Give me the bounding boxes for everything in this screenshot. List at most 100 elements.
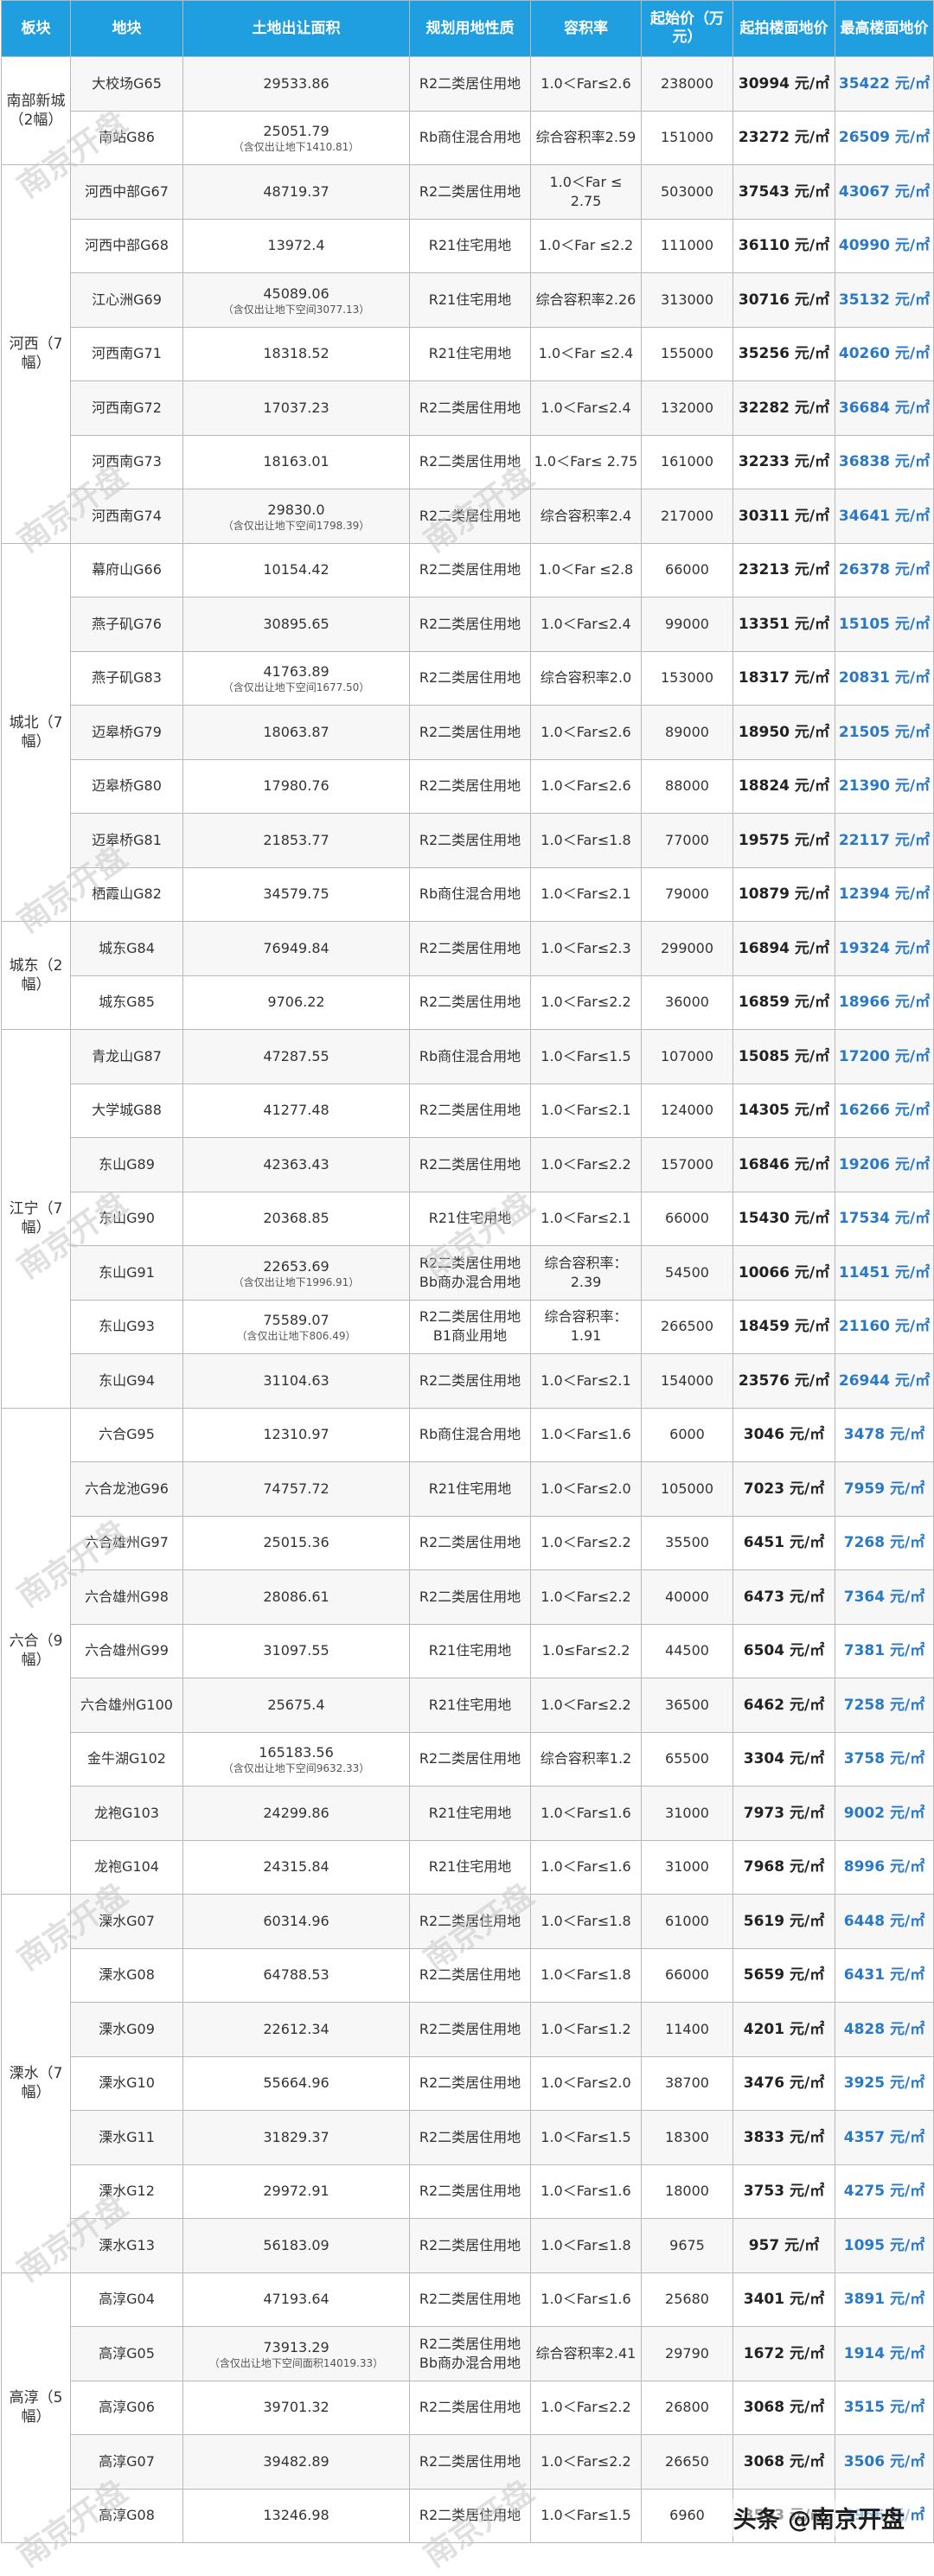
price-cell: 151000	[641, 110, 733, 165]
area-value: 47287.55	[263, 1047, 329, 1064]
use-cell: R2二类居住用地	[409, 597, 531, 652]
bid-cell: 4201 元/㎡	[732, 2002, 835, 2057]
header-cell: 规划用地性质	[409, 0, 531, 57]
use-cell: Rb商住混合用地	[409, 866, 531, 922]
table-row: 东山G94 31104.63 R2二类居住用地 1.0＜Far≤2.1 154000 23…	[2, 1353, 934, 1409]
max-cell: 7258 元/㎡	[835, 1678, 934, 1733]
plot-cell: 燕子矶G83	[70, 650, 183, 706]
use-cell: R2二类居住用地	[409, 650, 531, 706]
area-cell: 21853.77	[182, 813, 410, 868]
far-cell: 1.0＜Far≤1.8	[530, 2218, 642, 2273]
plot-cell: 河西中部G68	[70, 218, 183, 273]
max-cell: 19206 元/㎡	[835, 1137, 934, 1192]
max-cell: 6448 元/㎡	[835, 1894, 934, 1949]
bid-cell: 16846 元/㎡	[732, 1137, 835, 1192]
table-row: 东山G91 22653.69 （含仅出让地下1996.91） R2二类居住用地 Bb商…	[2, 1245, 934, 1301]
price-cell: 18000	[641, 2164, 733, 2219]
max-cell: 36684 元/㎡	[835, 380, 934, 436]
area-value: 34579.75	[263, 885, 329, 903]
far-cell: 1.0＜Far≤1.6	[530, 1839, 642, 1895]
price-cell: 6960	[641, 2488, 733, 2543]
use-cell: R21住宅用地	[409, 1786, 531, 1841]
area-value: 41277.48	[263, 1102, 329, 1119]
max-cell: 3515 元/㎡	[835, 2380, 934, 2435]
price-cell: 25680	[641, 2272, 733, 2327]
area-cell: 29830.0 （含仅出让地下空间1798.39）	[182, 489, 410, 544]
area-note: （含仅出让地下空间1677.50）	[222, 681, 370, 694]
price-cell: 154000	[641, 1353, 733, 1409]
area-cell: 17980.76	[182, 758, 410, 814]
area-value: 64788.53	[263, 1966, 329, 1984]
bid-cell: 3046 元/㎡	[732, 1407, 835, 1462]
plot-cell: 六合雄州G99	[70, 1623, 183, 1678]
area-value: 25051.79	[263, 123, 329, 140]
table-row: 河西中部G68 13972.4 R21住宅用地 1.0＜Far ≤2.2 111000 3…	[2, 218, 934, 273]
max-cell: 1095 元/㎡	[835, 2218, 934, 2273]
use-cell: R2二类居住用地	[409, 380, 531, 436]
max-cell: 21390 元/㎡	[835, 758, 934, 814]
region-cell: 城东（2幅）	[1, 921, 71, 1030]
table-row: 溧水G13 56183.09 R2二类居住用地 1.0＜Far≤1.8 9675 957 …	[2, 2218, 934, 2273]
price-cell: 29790	[641, 2326, 733, 2381]
area-value: 42363.43	[263, 1155, 329, 1173]
table-row: 东山G90 20368.85 R21住宅用地 1.0＜Far≤2.1 66000 1543…	[2, 1191, 934, 1246]
bid-cell: 14305 元/㎡	[732, 1083, 835, 1138]
table-row: 江心洲G69 45089.06 （含仅出让地下空间3077.13） R21住宅用地 综合…	[2, 272, 934, 328]
bid-cell: 957 元/㎡	[732, 2218, 835, 2273]
bid-cell: 23576 元/㎡	[732, 1353, 835, 1409]
bid-cell: 23213 元/㎡	[732, 542, 835, 598]
price-cell: 11400	[641, 2002, 733, 2057]
table-row: 城东（2幅） 城东G84 76949.84 R2二类居住用地 1.0＜Far≤2.3 29…	[1, 921, 934, 1030]
far-cell: 综合容积率2.59	[530, 110, 642, 165]
table-row: 溧水G10 55664.96 R2二类居住用地 1.0＜Far≤2.0 38700 347…	[2, 2055, 934, 2111]
plot-cell: 河西南G72	[70, 380, 183, 436]
bid-cell: 18950 元/㎡	[732, 705, 835, 760]
area-note: （含仅出让地下空间9632.33）	[222, 1762, 370, 1775]
area-cell: 10154.42	[182, 542, 410, 598]
bid-cell: 18459 元/㎡	[732, 1299, 835, 1354]
price-cell: 26800	[641, 2380, 733, 2435]
area-value: 48719.37	[263, 182, 329, 200]
plot-cell: 河西南G73	[70, 434, 183, 489]
area-cell: 76949.84	[182, 921, 410, 976]
area-value: 30895.65	[263, 615, 329, 632]
bid-cell: 32282 元/㎡	[732, 380, 835, 436]
price-cell: 54500	[641, 1245, 733, 1301]
max-cell: 35422 元/㎡	[835, 56, 934, 112]
max-cell: 16266 元/㎡	[835, 1083, 934, 1138]
area-cell: 31829.37	[182, 2110, 410, 2165]
area-cell: 45089.06 （含仅出让地下空间3077.13）	[182, 272, 410, 328]
table-row: 溧水G11 31829.37 R2二类居住用地 1.0＜Far≤1.5 18300 383…	[2, 2110, 934, 2165]
bid-cell: 6462 元/㎡	[732, 1678, 835, 1733]
area-value: 75589.07	[263, 1312, 329, 1329]
plot-cell: 六合雄州G97	[70, 1515, 183, 1570]
area-value: 165183.56	[259, 1744, 334, 1761]
max-cell: 17200 元/㎡	[835, 1029, 934, 1084]
max-cell: 3891 元/㎡	[835, 2272, 934, 2327]
area-value: 10154.42	[263, 561, 329, 578]
area-cell: 9706.22	[182, 975, 410, 1030]
plot-cell: 幕府山G66	[70, 542, 183, 598]
header-cell: 土地出让面积	[182, 0, 410, 57]
area-cell: 165183.56 （含仅出让地下空间9632.33）	[182, 1731, 410, 1787]
area-cell: 17037.23	[182, 380, 410, 436]
price-cell: 40000	[641, 1569, 733, 1625]
far-cell: 1.0＜Far≤2.2	[530, 975, 642, 1030]
table-row: 燕子矶G83 41763.89 （含仅出让地下空间1677.50） R2二类居住用地综…	[2, 650, 934, 706]
plot-cell: 城东G84	[70, 921, 183, 976]
max-cell: 22117 元/㎡	[835, 813, 934, 868]
table-row: 栖霞山G82 34579.75 Rb商住混合用地 1.0＜Far≤2.1 79000 10…	[2, 866, 934, 922]
far-cell: 1.0＜Far ≤ 2.75	[530, 164, 642, 220]
max-cell: 4275 元/㎡	[835, 2164, 934, 2219]
bid-cell: 3753 元/㎡	[732, 2164, 835, 2219]
price-cell: 65500	[641, 1731, 733, 1787]
max-cell: 1914 元/㎡	[835, 2326, 934, 2381]
plot-cell: 六合G95	[70, 1407, 183, 1462]
far-cell: 1.0≤Far≤2.2	[530, 1623, 642, 1678]
table-row: 迈皋桥G80 17980.76 R2二类居住用地 1.0＜Far≤2.6 88000 18…	[2, 758, 934, 814]
plot-cell: 迈皋桥G79	[70, 705, 183, 760]
max-cell: 12394 元/㎡	[835, 866, 934, 922]
area-note: （含仅出让地下空间1798.39）	[222, 519, 370, 532]
bid-cell: 37543 元/㎡	[732, 164, 835, 220]
area-cell: 39482.89	[182, 2434, 410, 2490]
